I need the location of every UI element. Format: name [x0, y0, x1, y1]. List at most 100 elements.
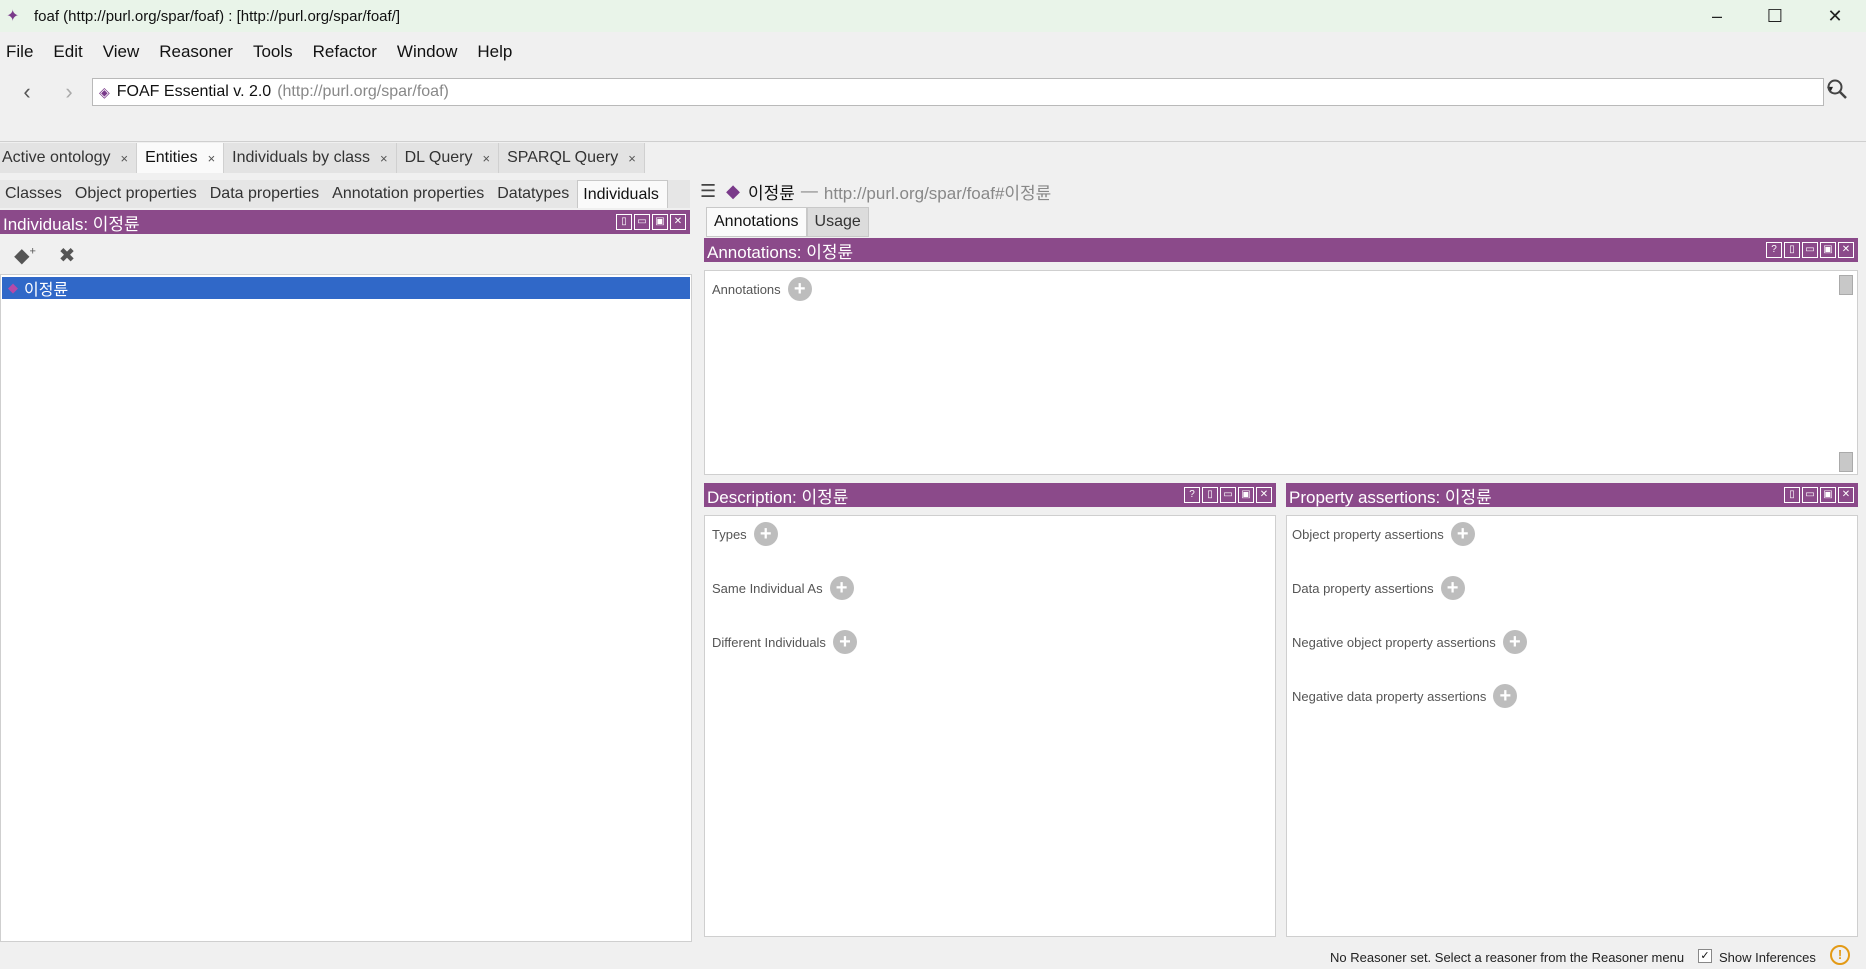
- delete-individual-icon[interactable]: ✖: [50, 243, 84, 268]
- add-object-property-assertion-button[interactable]: +: [1450, 522, 1475, 546]
- subtab-data-properties[interactable]: Data properties: [205, 180, 327, 208]
- subtab-classes[interactable]: Classes: [0, 180, 70, 208]
- section-label: Negative data property assertions: [1292, 688, 1487, 704]
- split-vertical-icon[interactable]: ▯: [1784, 487, 1800, 503]
- close-icon[interactable]: ×: [121, 151, 129, 166]
- close-icon[interactable]: ×: [380, 151, 388, 166]
- warning-icon[interactable]: !: [1830, 945, 1850, 965]
- split-vertical-icon[interactable]: ▯: [616, 214, 632, 230]
- protege-app-icon: ✦: [6, 8, 20, 25]
- close-window-button[interactable]: ✕: [1806, 0, 1864, 32]
- close-panel-icon[interactable]: ✕: [1838, 487, 1854, 503]
- tab-label: DL Query: [404, 149, 473, 166]
- menu-view[interactable]: View: [103, 42, 140, 62]
- types-section: Types +: [712, 522, 778, 546]
- menu-edit[interactable]: Edit: [53, 42, 82, 62]
- individuals-toolbar: ◆+ ✖: [0, 236, 690, 274]
- tab-label: SPARQL Query: [507, 149, 619, 166]
- ontology-icon: ◈: [99, 83, 110, 100]
- entity-view-tabs: Annotations Usage: [706, 207, 869, 237]
- close-icon[interactable]: ×: [482, 151, 490, 166]
- tab-usage[interactable]: Usage: [806, 207, 869, 237]
- individual-icon: ◆: [8, 280, 18, 295]
- add-different-individual-button[interactable]: +: [832, 630, 857, 654]
- close-icon[interactable]: ×: [628, 151, 636, 166]
- add-data-property-assertion-button[interactable]: +: [1440, 576, 1465, 600]
- split-horizontal-icon[interactable]: ▭: [1802, 487, 1818, 503]
- tab-sparql-query[interactable]: SPARQL Query ×: [499, 143, 645, 173]
- tab-entities[interactable]: Entities ×: [137, 143, 225, 173]
- maximize-panel-icon[interactable]: ▣: [1820, 487, 1836, 503]
- section-label: Annotations: [712, 281, 781, 297]
- different-individuals-section: Different Individuals +: [712, 630, 857, 654]
- show-inferences-checkbox[interactable]: ✓: [1698, 949, 1712, 963]
- menu-window[interactable]: Window: [397, 42, 457, 62]
- add-type-button[interactable]: +: [753, 522, 778, 546]
- split-horizontal-icon[interactable]: ▭: [1220, 487, 1236, 503]
- property-assertions-panel-header: Property assertions: 이정륜 ▯ ▭ ▣ ✕: [1286, 483, 1858, 507]
- maximize-panel-icon[interactable]: ▣: [1820, 242, 1836, 258]
- menu-help[interactable]: Help: [477, 42, 512, 62]
- forward-button[interactable]: ›: [52, 79, 86, 105]
- ontology-uri: (http://purl.org/spar/foaf): [277, 83, 449, 100]
- maximize-panel-icon[interactable]: ▣: [652, 214, 668, 230]
- section-label: Data property assertions: [1292, 580, 1434, 596]
- tab-individuals-by-class[interactable]: Individuals by class ×: [224, 143, 397, 173]
- description-panel-header: Description: 이정륜 ? ▯ ▭ ▣ ✕: [704, 483, 1276, 507]
- show-inferences-label: Show Inferences: [1719, 950, 1816, 965]
- minimize-button[interactable]: –: [1688, 0, 1746, 32]
- panel-title: Annotations: 이정륜: [707, 242, 854, 262]
- panel-title: Individuals: 이정륜: [3, 214, 140, 234]
- split-vertical-icon[interactable]: ▯: [1784, 242, 1800, 258]
- section-label: Negative object property assertions: [1292, 634, 1496, 650]
- tab-label: Active ontology: [2, 149, 111, 166]
- add-same-individual-button[interactable]: +: [829, 576, 854, 600]
- section-label: Same Individual As: [712, 580, 823, 596]
- menu-reasoner[interactable]: Reasoner: [159, 42, 233, 62]
- description-panel: Types + Same Individual As + Different I…: [704, 515, 1276, 937]
- help-icon[interactable]: ?: [1184, 487, 1200, 503]
- scrollbar-top[interactable]: [1839, 275, 1853, 295]
- close-panel-icon[interactable]: ✕: [1256, 487, 1272, 503]
- subtab-individuals[interactable]: Individuals: [577, 180, 668, 208]
- back-button[interactable]: ‹: [10, 79, 44, 105]
- tab-annotations[interactable]: Annotations: [706, 207, 807, 237]
- subtab-annotation-properties[interactable]: Annotation properties: [327, 180, 492, 208]
- maximize-button[interactable]: ☐: [1746, 0, 1804, 32]
- negative-object-property-assertions-section: Negative object property assertions +: [1292, 630, 1527, 654]
- help-icon[interactable]: ?: [1766, 242, 1782, 258]
- add-negative-data-property-assertion-button[interactable]: +: [1493, 684, 1518, 708]
- scrollbar-bottom[interactable]: [1839, 452, 1853, 472]
- add-negative-object-property-assertion-button[interactable]: +: [1502, 630, 1527, 654]
- search-icon[interactable]: [1826, 78, 1848, 106]
- subtab-datatypes[interactable]: Datatypes: [492, 180, 577, 208]
- menu-tools[interactable]: Tools: [253, 42, 293, 62]
- close-panel-icon[interactable]: ✕: [670, 214, 686, 230]
- split-horizontal-icon[interactable]: ▭: [1802, 242, 1818, 258]
- add-individual-icon[interactable]: ◆+: [8, 243, 42, 268]
- add-annotation-button[interactable]: +: [787, 277, 812, 301]
- object-property-assertions-section: Object property assertions +: [1292, 522, 1475, 546]
- split-vertical-icon[interactable]: ▯: [1202, 487, 1218, 503]
- tab-dl-query[interactable]: DL Query ×: [396, 143, 500, 173]
- split-horizontal-icon[interactable]: ▭: [634, 214, 650, 230]
- maximize-panel-icon[interactable]: ▣: [1238, 487, 1254, 503]
- property-assertions-panel: Object property assertions + Data proper…: [1286, 515, 1858, 937]
- hamburger-menu-icon[interactable]: ☰: [700, 181, 716, 202]
- close-icon[interactable]: ×: [208, 151, 216, 166]
- close-panel-icon[interactable]: ✕: [1838, 242, 1854, 258]
- menu-refactor[interactable]: Refactor: [313, 42, 377, 62]
- list-item[interactable]: ◆ 이정륜: [2, 277, 690, 299]
- entity-name: 이정륜: [747, 183, 795, 203]
- section-label: Object property assertions: [1292, 526, 1444, 542]
- menu-file[interactable]: File: [6, 42, 33, 62]
- toolbar-divider: [0, 141, 1866, 142]
- section-label: Different Individuals: [712, 634, 826, 650]
- tab-active-ontology[interactable]: Active ontology ×: [0, 143, 138, 173]
- negative-data-property-assertions-section: Negative data property assertions +: [1292, 684, 1518, 708]
- individual-label: 이정륜: [24, 282, 69, 299]
- workspace-tabs: Active ontology × Entities × Individuals…: [0, 143, 645, 173]
- data-property-assertions-section: Data property assertions +: [1292, 576, 1465, 600]
- active-ontology-selector[interactable]: ◈ FOAF Essential v. 2.0 (http://purl.org…: [92, 78, 1833, 106]
- subtab-object-properties[interactable]: Object properties: [70, 180, 205, 208]
